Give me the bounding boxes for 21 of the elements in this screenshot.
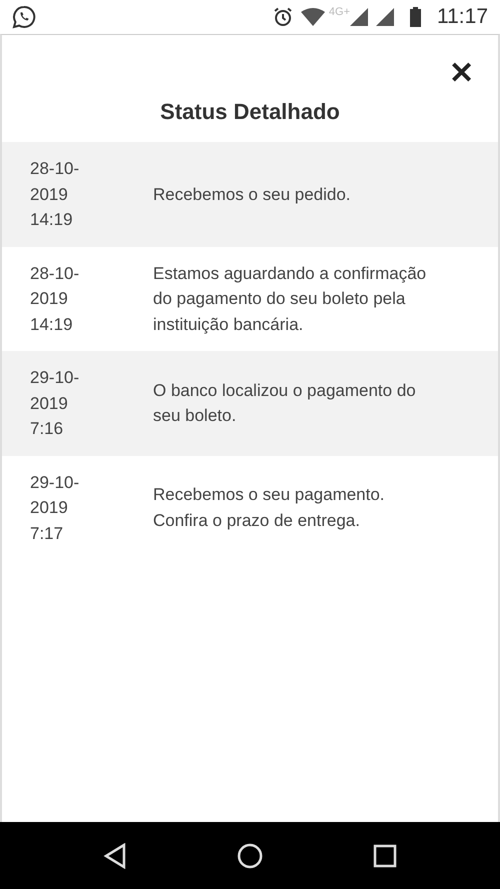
status-message: Estamos aguardando a confirmação do pagamento do seu boleto pela instituição bancária. bbox=[153, 262, 428, 336]
close-button[interactable]: ✕ bbox=[449, 59, 474, 89]
home-icon[interactable] bbox=[237, 842, 263, 868]
dialog-title: Status Detalhado bbox=[159, 98, 341, 126]
status-date: 28-10-2019 14:19 bbox=[30, 262, 80, 336]
status-date: 28-10-2019 14:19 bbox=[30, 158, 80, 231]
signal-icon bbox=[350, 8, 368, 26]
network-label: 4G+ bbox=[328, 5, 350, 20]
status-message: Recebemos o seu pagamento. Confira o prazo de entrega. bbox=[153, 484, 386, 532]
clock: 11:17 bbox=[437, 4, 488, 30]
whatsapp-icon bbox=[12, 5, 36, 29]
status-message: O banco localizou o pagamento do seu boleto. bbox=[153, 380, 417, 428]
back-icon[interactable] bbox=[103, 842, 127, 868]
status-date: 29-10-2019 7:17 bbox=[30, 472, 80, 544]
signal-icon bbox=[376, 8, 394, 26]
battery-icon bbox=[410, 7, 421, 27]
recents-icon[interactable] bbox=[373, 844, 397, 868]
wifi-icon bbox=[300, 8, 325, 26]
status-date: 29-10-2019 7:16 bbox=[30, 367, 80, 440]
status-message: Recebemos o seu pedido. bbox=[153, 184, 352, 206]
alarm-icon bbox=[272, 7, 293, 27]
